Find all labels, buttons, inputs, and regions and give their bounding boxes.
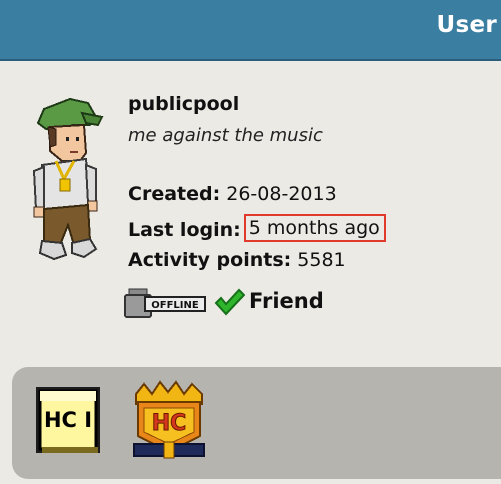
- hc1-badge-text: HC I: [44, 408, 92, 432]
- last-login-row: Last login: 5 months ago: [128, 214, 386, 244]
- activity-points-label: Activity points:: [128, 249, 292, 271]
- header-title: User: [436, 12, 497, 38]
- offline-status-icon: OFFLINE: [123, 285, 207, 319]
- activity-points-value: 5581: [297, 249, 346, 271]
- user-motto: me against the music: [128, 125, 323, 146]
- created-value: 26-08-2013: [226, 183, 337, 205]
- last-login-value: 5 months ago: [243, 214, 386, 242]
- window-header: User: [0, 0, 501, 61]
- hc-crown-badge-icon[interactable]: HC: [130, 380, 208, 464]
- user-avatar: [26, 95, 106, 267]
- created-row: Created: 26-08-2013: [128, 183, 337, 205]
- activity-points-row: Activity points: 5581: [128, 249, 346, 271]
- username: publicpool: [128, 93, 240, 115]
- check-icon: [213, 288, 246, 316]
- hc-crown-badge-text: HC: [152, 411, 187, 436]
- created-label: Created:: [128, 183, 221, 205]
- last-login-label: Last login:: [128, 219, 241, 241]
- friend-label: Friend: [249, 289, 324, 313]
- hc1-badge-icon[interactable]: HC I: [32, 383, 104, 459]
- offline-status-text: OFFLINE: [151, 300, 199, 311]
